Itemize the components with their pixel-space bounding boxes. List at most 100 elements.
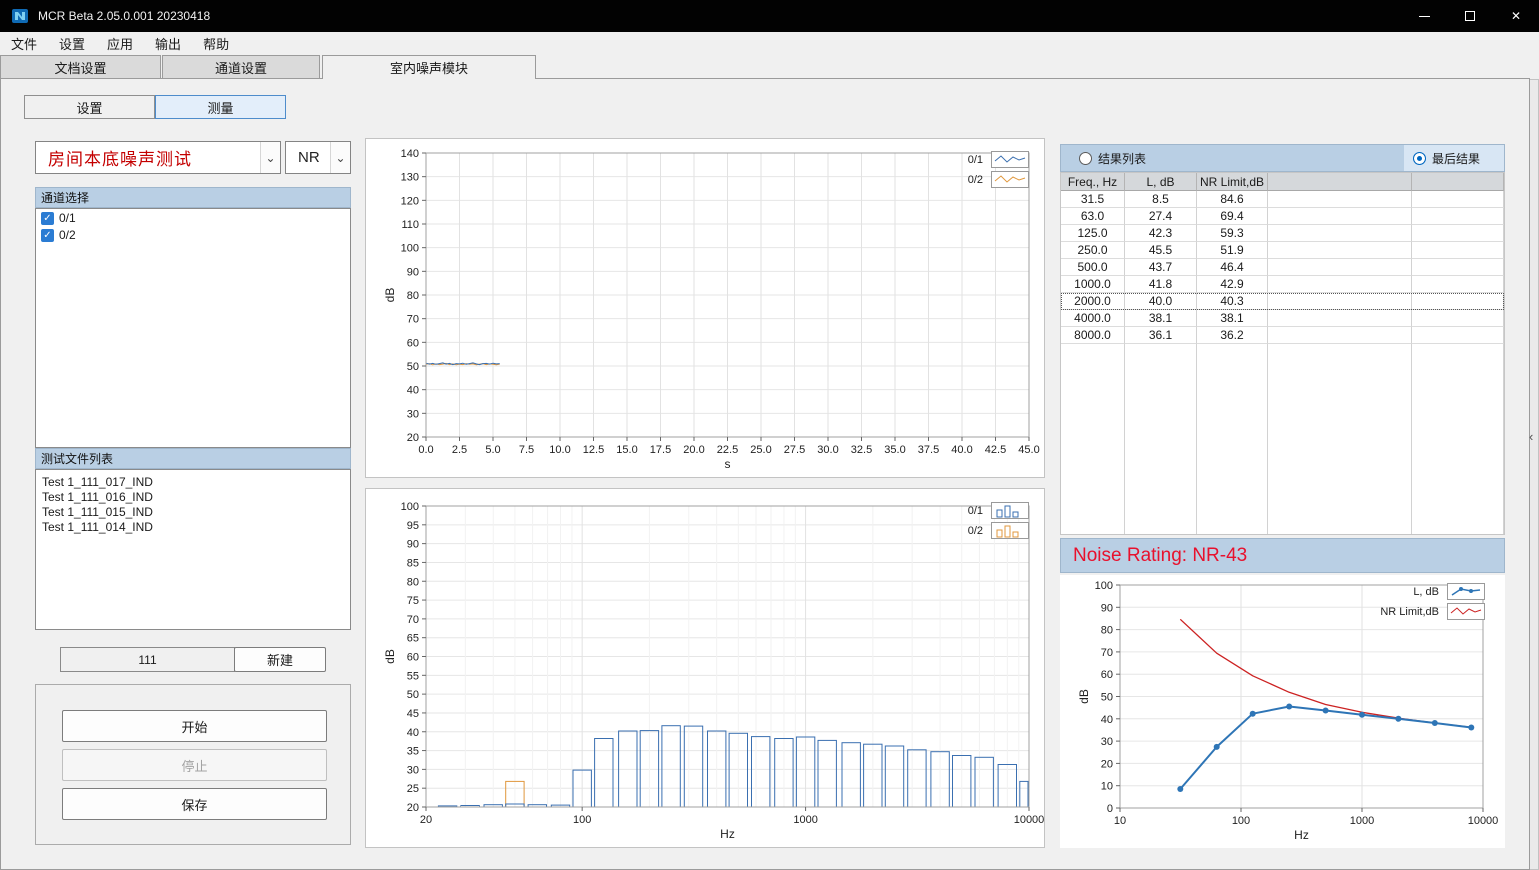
table-cell: 1000.0 <box>1061 276 1125 293</box>
table-cell: 40.3 <box>1197 293 1268 310</box>
file-item[interactable]: Test 1_111_016_IND <box>36 490 350 505</box>
file-item[interactable]: Test 1_111_015_IND <box>36 505 350 520</box>
channel-list[interactable]: ✓0/1✓0/2 <box>35 208 351 448</box>
legend-bars-icon <box>991 502 1029 519</box>
menu-item[interactable]: 帮助 <box>192 34 240 53</box>
channel-item[interactable]: ✓0/2 <box>36 226 350 243</box>
channel-item[interactable]: ✓0/1 <box>36 209 350 226</box>
rating-curve-value: NR <box>286 142 330 173</box>
svg-text:40: 40 <box>407 727 419 739</box>
minimize-icon <box>1419 16 1430 17</box>
table-cell <box>1412 208 1504 225</box>
table-row[interactable]: 31.58.584.6 <box>1061 191 1504 208</box>
table-row[interactable]: 125.042.359.3 <box>1061 225 1504 242</box>
svg-text:dB: dB <box>383 649 397 664</box>
chevron-down-icon[interactable]: ⌄ <box>330 142 350 173</box>
side-collapse-strip[interactable]: ‹ <box>1530 79 1539 870</box>
tab-2[interactable]: 室内噪声模块 <box>322 55 536 79</box>
maximize-button[interactable] <box>1447 0 1493 32</box>
collapse-left-icon: ‹ <box>1529 430 1533 443</box>
svg-text:80: 80 <box>407 290 419 302</box>
table-cell <box>1268 259 1412 276</box>
legend-item: 0/2 <box>968 522 1029 539</box>
save-button[interactable]: 保存 <box>62 788 327 820</box>
menu-item[interactable]: 文件 <box>0 34 48 53</box>
table-row[interactable]: 4000.038.138.1 <box>1061 310 1504 327</box>
chart-legend: 0/10/2 <box>968 151 1029 188</box>
svg-text:100: 100 <box>1095 580 1113 592</box>
radio-icon <box>1079 152 1092 165</box>
svg-text:75: 75 <box>407 595 419 607</box>
noise-rating-text: Noise Rating: NR-43 <box>1073 545 1247 567</box>
svg-text:35: 35 <box>407 746 419 758</box>
results-view-bar: 结果列表 最后结果 <box>1060 144 1505 172</box>
subtab-1[interactable]: 测量 <box>155 95 286 119</box>
column-header: L, dB <box>1125 173 1197 191</box>
stop-button: 停止 <box>62 749 327 781</box>
legend-item: 0/1 <box>968 502 1029 519</box>
table-cell: 51.9 <box>1197 242 1268 259</box>
legend-label: L, dB <box>1413 586 1439 598</box>
maximize-icon <box>1465 11 1475 21</box>
svg-text:10: 10 <box>1101 781 1113 793</box>
svg-text:30: 30 <box>407 764 419 776</box>
spectrum-chart: 2025303540455055606570758085909510020100… <box>365 488 1045 848</box>
table-cell: 2000.0 <box>1061 293 1125 310</box>
svg-text:100: 100 <box>573 814 591 826</box>
minimize-button[interactable] <box>1401 0 1447 32</box>
svg-text:10000: 10000 <box>1468 815 1499 827</box>
svg-text:60: 60 <box>407 652 419 664</box>
new-button[interactable]: 新建 <box>234 647 326 672</box>
legend-label: 0/1 <box>968 505 983 517</box>
menu-item[interactable]: 设置 <box>48 34 96 53</box>
tab-0[interactable]: 文档设置 <box>0 55 161 78</box>
legend-bars-icon <box>991 522 1029 539</box>
test-type-select[interactable]: 房间本底噪声测试 ⌄ <box>35 141 281 174</box>
table-cell: 36.1 <box>1125 327 1197 344</box>
file-item[interactable]: Test 1_111_017_IND <box>36 475 350 490</box>
table-cell: 250.0 <box>1061 242 1125 259</box>
svg-text:50: 50 <box>407 689 419 701</box>
table-header-row: Freq., HzL, dBNR Limit,dB <box>1061 173 1504 191</box>
table-cell <box>1412 259 1504 276</box>
table-cell <box>1268 327 1412 344</box>
rating-curve-select[interactable]: NR ⌄ <box>285 141 351 174</box>
table-row[interactable]: 63.027.469.4 <box>1061 208 1504 225</box>
table-cell: 46.4 <box>1197 259 1268 276</box>
start-button[interactable]: 开始 <box>62 710 327 742</box>
close-button[interactable]: ✕ <box>1493 0 1539 32</box>
view-option-label: 结果列表 <box>1098 150 1146 167</box>
table-row[interactable]: 8000.036.136.2 <box>1061 327 1504 344</box>
chevron-down-icon[interactable]: ⌄ <box>260 142 280 173</box>
channel-select-header: 通道选择 <box>35 187 351 208</box>
menu-item[interactable]: 输出 <box>144 34 192 53</box>
file-item[interactable]: Test 1_111_014_IND <box>36 520 350 535</box>
table-cell: 4000.0 <box>1061 310 1125 327</box>
svg-text:10000: 10000 <box>1014 814 1044 826</box>
svg-text:80: 80 <box>1101 625 1113 637</box>
svg-text:0.0: 0.0 <box>418 444 433 456</box>
test-file-list[interactable]: Test 1_111_017_INDTest 1_111_016_INDTest… <box>35 469 351 630</box>
svg-text:1000: 1000 <box>1350 815 1374 827</box>
svg-text:20: 20 <box>407 802 419 814</box>
table-cell: 40.0 <box>1125 293 1197 310</box>
test-number-field[interactable]: 111 <box>60 647 235 672</box>
view-option[interactable]: 结果列表 <box>1079 150 1146 167</box>
view-option-label: 最后结果 <box>1432 150 1480 167</box>
column-header <box>1412 173 1504 191</box>
svg-text:120: 120 <box>401 195 419 207</box>
view-option[interactable]: 最后结果 <box>1413 150 1480 167</box>
table-row[interactable]: 500.043.746.4 <box>1061 259 1504 276</box>
chart-legend: L, dBNR Limit,dB <box>1380 583 1485 620</box>
table-cell: 59.3 <box>1197 225 1268 242</box>
checkbox-checked-icon[interactable]: ✓ <box>41 229 54 242</box>
tab-1[interactable]: 通道设置 <box>162 55 320 78</box>
checkbox-checked-icon[interactable]: ✓ <box>41 212 54 225</box>
table-cell: 45.5 <box>1125 242 1197 259</box>
svg-text:dB: dB <box>383 288 397 303</box>
subtab-0[interactable]: 设置 <box>24 95 155 119</box>
table-row[interactable]: 1000.041.842.9 <box>1061 276 1504 293</box>
table-row[interactable]: 2000.040.040.3 <box>1061 293 1504 310</box>
menu-item[interactable]: 应用 <box>96 34 144 53</box>
table-row[interactable]: 250.045.551.9 <box>1061 242 1504 259</box>
